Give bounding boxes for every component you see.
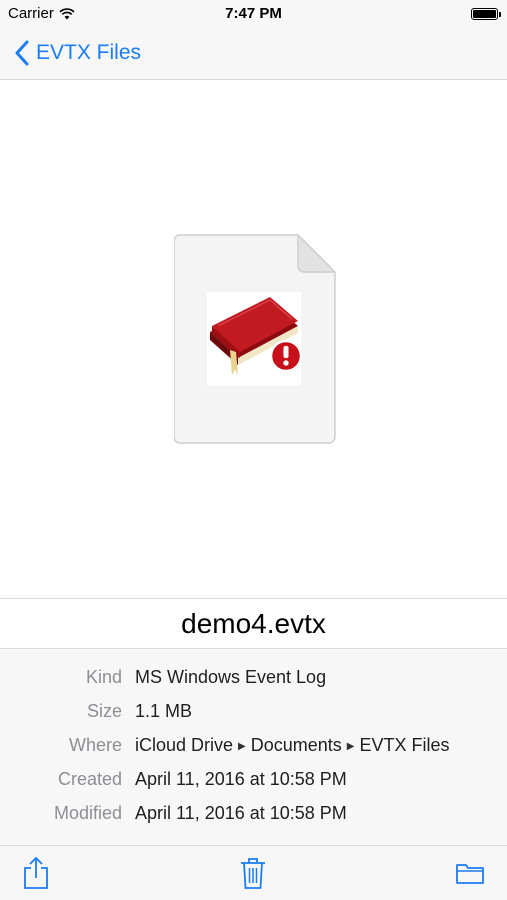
- info-value: April 11, 2016 at 10:58 PM: [135, 803, 347, 823]
- info-row-kind: Kind MS Windows Event Log: [0, 660, 507, 694]
- info-label: Modified: [53, 803, 122, 823]
- status-bar: Carrier 7:47 PM: [0, 0, 507, 28]
- alert-icon: [269, 339, 303, 373]
- info-label: Kind: [85, 667, 122, 687]
- path-segment: EVTX Files: [359, 735, 450, 755]
- info-label: Created: [57, 769, 122, 789]
- share-button[interactable]: [18, 855, 54, 891]
- status-time: 7:47 PM: [225, 5, 282, 22]
- chevron-left-icon: [15, 40, 29, 66]
- share-icon: [24, 856, 48, 889]
- navigation-bar: EVTX Files: [0, 28, 507, 80]
- bottom-toolbar: [0, 845, 507, 900]
- info-row-where: Where iCloud Drive ▶ Documents ▶ EVTX Files: [0, 728, 507, 762]
- info-row-modified: Modified April 11, 2016 at 10:58 PM: [0, 796, 507, 830]
- info-row-created: Created April 11, 2016 at 10:58 PM: [0, 762, 507, 796]
- document-icon: [174, 234, 336, 444]
- back-button[interactable]: EVTX Files: [14, 38, 141, 68]
- info-label: Size: [86, 701, 122, 721]
- trash-icon: [241, 858, 265, 889]
- path-value: iCloud Drive ▶ Documents ▶ EVTX Files: [135, 728, 450, 764]
- info-value: 1.1 MB: [135, 701, 193, 721]
- path-arrow-icon: ▶: [346, 741, 355, 752]
- back-button-label: EVTX Files: [36, 41, 142, 64]
- battery-icon: [471, 8, 501, 20]
- folder-icon: [456, 864, 484, 884]
- info-value: MS Windows Event Log: [135, 667, 327, 687]
- file-preview: [0, 80, 507, 598]
- path-segment: Documents: [250, 735, 342, 755]
- path-arrow-icon: ▶: [238, 741, 246, 752]
- info-value: April 11, 2016 at 10:58 PM: [135, 769, 347, 789]
- file-info: Kind MS Windows Event Log Size 1.1 MB Wh…: [0, 650, 507, 845]
- info-row-size: Size 1.1 MB: [0, 694, 507, 728]
- file-name: demo4.evtx: [0, 598, 507, 649]
- info-label: Where: [68, 735, 122, 755]
- folder-button[interactable]: [452, 855, 488, 891]
- delete-button[interactable]: [235, 855, 271, 891]
- path-segment: iCloud Drive: [135, 735, 234, 755]
